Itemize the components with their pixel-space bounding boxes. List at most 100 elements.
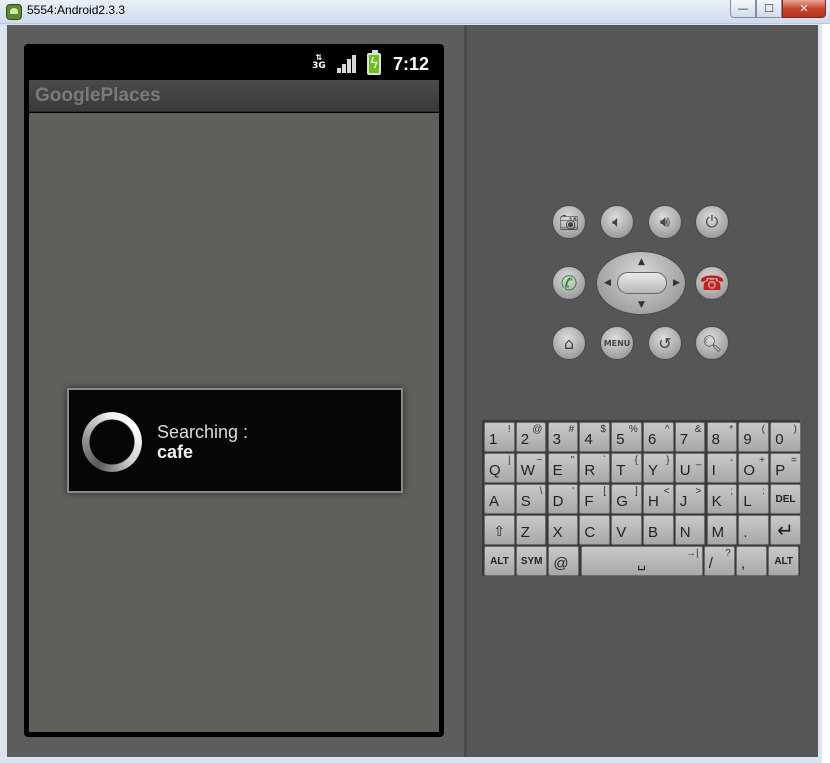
call-icon: ✆ <box>560 271 578 295</box>
end-call-icon: ☎︎ <box>699 271 725 295</box>
key-label: 4 <box>584 431 593 448</box>
key-alt[interactable]: ALT <box>484 546 515 576</box>
key-at[interactable]: @ <box>548 546 580 576</box>
key-a[interactable]: A <box>484 484 515 514</box>
key-p[interactable]: P = <box>770 453 801 483</box>
key-label: , <box>741 555 746 572</box>
key-shift[interactable]: ⇧ <box>484 515 515 545</box>
key-space[interactable]: ␣ →| <box>580 546 703 576</box>
key-0[interactable]: 0) <box>770 422 801 452</box>
key-q[interactable]: Q | <box>484 453 515 483</box>
key-b[interactable]: B <box>643 515 674 545</box>
search-icon: 🔍︎ <box>701 333 723 353</box>
key-e[interactable]: E " <box>547 453 579 483</box>
minimize-button[interactable]: — <box>730 0 756 18</box>
key-n[interactable]: N <box>674 515 706 545</box>
key-l[interactable]: L: <box>738 484 769 514</box>
key-o[interactable]: O + <box>738 453 769 483</box>
key-d[interactable]: D ' <box>547 484 579 514</box>
dpad-left-icon[interactable]: ◀ <box>604 278 611 288</box>
key-5[interactable]: 5% <box>611 422 642 452</box>
end-call-button[interactable]: ☎︎ <box>695 266 729 300</box>
volume-down-button[interactable]: 🔈︎ <box>600 205 634 239</box>
home-button[interactable]: ⌂ <box>552 326 586 360</box>
key-w[interactable]: W ~ <box>515 453 547 483</box>
key-enter[interactable]: ↵ <box>770 515 801 545</box>
dpad-up-icon[interactable]: ▲ <box>638 257 645 267</box>
key-t[interactable]: T{ <box>611 453 642 483</box>
call-button[interactable]: ✆ <box>552 266 586 300</box>
key-s[interactable]: S \ <box>515 484 547 514</box>
key-7[interactable]: 7 & <box>674 422 706 452</box>
dpad-down-icon[interactable]: ▼ <box>638 300 645 310</box>
power-icon: ⏻ <box>705 212 719 231</box>
key-9[interactable]: 9( <box>738 422 769 452</box>
key-label: T <box>616 462 626 479</box>
volume-up-icon: 🔊︎ <box>659 212 671 231</box>
key-sym[interactable]: SYM <box>516 546 548 576</box>
key-r[interactable]: R ` <box>579 453 610 483</box>
key-h[interactable]: H < <box>643 484 674 514</box>
key-alt-label: @ <box>532 424 543 435</box>
key-alt-label: ^ <box>664 424 670 435</box>
key-alt-label: \ <box>539 486 543 497</box>
key-label: D <box>552 493 564 510</box>
key-label: 3 <box>552 431 561 448</box>
dpad-right-icon[interactable]: ▶ <box>673 278 680 288</box>
key-label: 2 <box>520 431 530 448</box>
home-icon: ⌂ <box>563 333 575 353</box>
key-6[interactable]: 6 ^ <box>643 422 674 452</box>
maximize-button[interactable]: ☐ <box>756 0 782 18</box>
key-2[interactable]: 2 @ <box>515 422 547 452</box>
key-k[interactable]: K; <box>706 484 738 514</box>
key-label: V <box>616 524 627 541</box>
key-label: . <box>743 524 748 541</box>
key-v[interactable]: V <box>611 515 642 545</box>
key-label: P <box>775 462 786 479</box>
key-comma[interactable]: , <box>736 546 767 576</box>
key-alt-label: > <box>695 486 702 497</box>
back-button[interactable]: ↺ <box>648 326 682 360</box>
key-label: K <box>711 493 722 510</box>
key-label: Z <box>520 524 530 541</box>
volume-up-button[interactable]: 🔊︎ <box>648 205 682 239</box>
key-alt-label: ' <box>572 486 575 497</box>
key-symbol: ⇧ <box>493 523 506 539</box>
key-g[interactable]: G] <box>611 484 642 514</box>
search-button[interactable]: 🔍︎ <box>695 326 729 360</box>
key-label: DEL <box>775 494 796 505</box>
key-u[interactable]: U _ <box>674 453 706 483</box>
key-slash[interactable]: /? <box>703 546 735 576</box>
key-i[interactable]: I- <box>706 453 738 483</box>
power-button[interactable]: ⏻ <box>695 205 729 239</box>
camera-button[interactable]: 📷︎ <box>552 205 586 239</box>
key-1[interactable]: 1! <box>484 422 515 452</box>
key-alt-label: # <box>568 424 575 435</box>
key-f[interactable]: F[ <box>579 484 610 514</box>
key-x[interactable]: X <box>547 515 579 545</box>
menu-button[interactable]: MENU <box>600 326 634 360</box>
key-4[interactable]: 4 $ <box>579 422 610 452</box>
key-8[interactable]: 8 * <box>706 422 738 452</box>
dpad[interactable]: ▲ ▼ ◀ ▶ <box>596 251 686 315</box>
key-label: O <box>743 462 756 479</box>
key-period[interactable]: . <box>738 515 769 545</box>
key-c[interactable]: C <box>579 515 610 545</box>
key-m[interactable]: M <box>706 515 738 545</box>
key-alt-label: ! <box>507 424 511 435</box>
dpad-center-button[interactable] <box>617 272 667 294</box>
close-button[interactable]: ✕ <box>782 0 826 18</box>
key-del[interactable]: DEL <box>770 484 801 514</box>
key-alt-label: →| <box>685 548 699 559</box>
key-3[interactable]: 3 # <box>547 422 579 452</box>
key-label: Y <box>648 462 659 479</box>
key-z[interactable]: Z <box>515 515 547 545</box>
app-title-bar: GooglePlaces <box>29 80 439 112</box>
key-label: 1 <box>489 431 498 448</box>
key-j[interactable]: J > <box>674 484 706 514</box>
key-alt[interactable]: ALT <box>768 546 800 576</box>
key-label: X <box>552 524 563 541</box>
signal-strength-icon <box>336 54 357 74</box>
progress-dialog: Searching : cafe <box>67 388 403 493</box>
key-y[interactable]: Y} <box>643 453 674 483</box>
